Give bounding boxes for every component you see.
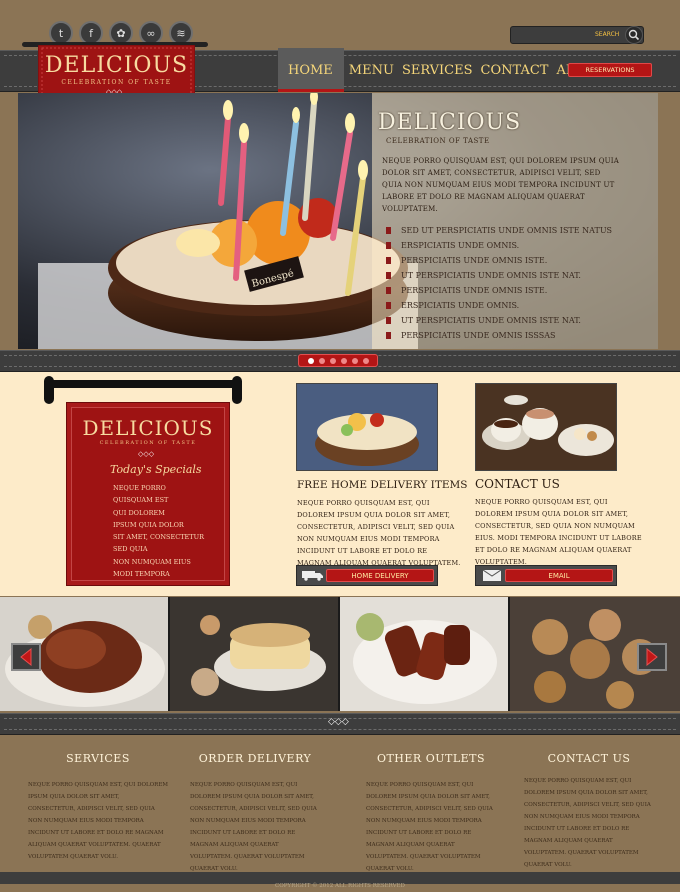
hero-bullet: PERSPICIATIS UNDE OMNIS ISSSAS (386, 328, 646, 343)
hero-bullet: PERSPICIATIS UNDE OMNIS ISTE. (386, 253, 646, 268)
pager-dot[interactable] (318, 357, 325, 364)
hero-bullet-text: PERSPICIATIS UNDE OMNIS ISTE. (401, 256, 548, 265)
hero-bullet-text: SED UT PERSPICIATIS UNDE OMNIS ISTE NATU… (401, 226, 613, 235)
email-label: EMAIL (505, 569, 613, 582)
search-box: SEARCH (510, 26, 644, 44)
home-delivery-button[interactable]: HOME DELIVERY (296, 565, 438, 586)
logo-title: DELICIOUS (44, 53, 189, 78)
delivery-title: FREE HOME DELIVERY ITEMS (297, 479, 468, 491)
footer-col: SERVICES NEQUE PORRO QUISQUAM EST, QUI D… (28, 752, 168, 863)
footer-col-text: NEQUE PORRO QUISQUAM EST, QUI DOLOREM IP… (366, 782, 493, 872)
hero-bullet-text: ERSPICIATIS UNDE OMNIS. (401, 241, 520, 250)
specials-rod-end-left (44, 376, 54, 404)
hero-bullet-text: UT PERSPICIATIS UNDE OMNIS ISTE NAT. (401, 271, 581, 280)
nav-menu[interactable]: MENU (349, 63, 394, 78)
delivery-text: NEQUE PORRO QUISQUAM EST, QUI DOLOREM IP… (297, 499, 461, 567)
chevron-right-icon (646, 648, 658, 666)
gallery-prev-button[interactable] (11, 643, 41, 671)
logo-subtitle: CELEBRATION OF TASTE (61, 79, 172, 86)
hero-subtitle: CELEBRATION OF TASTE (386, 137, 490, 145)
footer-col-text: NEQUE PORRO QUISQUAM EST, QUI DOLOREM IP… (190, 782, 317, 872)
contact-title: CONTACT US (475, 477, 560, 491)
pager-dot[interactable] (329, 357, 336, 364)
footer-col-title: OTHER OUTLETS (376, 752, 486, 765)
footer-col-text: NEQUE PORRO QUISQUAM EST, QUI DOLOREM IP… (28, 782, 168, 860)
pager-dot[interactable] (351, 357, 358, 364)
specials-item: NON NUMQUAM EIUS (113, 557, 191, 566)
main-nav: HOME MENU SERVICES CONTACT ABOUT (288, 63, 606, 78)
specials-item: SED QUIA (113, 545, 148, 554)
specials-list: NEQUE PORRO QUISQUAM EST QUI DOLOREM IPS… (113, 482, 204, 580)
gallery-photo[interactable] (340, 597, 510, 711)
email-button[interactable]: EMAIL (475, 565, 617, 586)
hero-bullet: ERSPICIATIS UNDE OMNIS. (386, 298, 646, 313)
footer-col-text: NEQUE PORRO QUISQUAM EST, QUI DOLOREM IP… (524, 778, 651, 868)
hero-bullets: SED UT PERSPICIATIS UNDE OMNIS ISTE NATU… (386, 223, 646, 343)
nav-contact[interactable]: CONTACT (481, 63, 549, 78)
specials-item: QUI DOLOREM (113, 508, 165, 517)
slider-pager (298, 354, 378, 367)
pager-dot[interactable] (340, 357, 347, 364)
hero-bullet: ERSPICIATIS UNDE OMNIS. (386, 238, 646, 253)
specials-item: MODI TEMPORA (113, 570, 170, 579)
specials-rod-end-right (232, 376, 242, 404)
footer-col: ORDER DELIVERY NEQUE PORRO QUISQUAM EST,… (190, 752, 320, 875)
home-delivery-label: HOME DELIVERY (326, 569, 434, 582)
footer-col: OTHER OUTLETS NEQUE PORRO QUISQUAM EST, … (366, 752, 496, 875)
specials-item: QUISQUAM EST (113, 496, 169, 505)
gallery-next-button[interactable] (637, 643, 667, 671)
contact-text: NEQUE PORRO QUISQUAM EST, QUI DOLOREM IP… (475, 498, 642, 566)
reservations-label: RESERVATIONS (585, 66, 635, 74)
specials-title: DELICIOUS (82, 416, 214, 440)
hero-bullet-text: PERSPICIATIS UNDE OMNIS ISTE. (401, 286, 548, 295)
hero-bullet: UT PERSPICIATIS UNDE OMNIS ISTE NAT. (386, 268, 646, 283)
hero-bullet-text: ERSPICIATIS UNDE OMNIS. (401, 301, 520, 310)
specials-subtitle: CELEBRATION OF TASTE (99, 440, 197, 446)
hero-bullet-text: PERSPICIATIS UNDE OMNIS ISSSAS (401, 331, 556, 340)
chevron-left-icon (20, 648, 32, 666)
contact-photo (475, 383, 617, 471)
hero-bullet-text: UT PERSPICIATIS UNDE OMNIS ISTE NAT. (401, 316, 581, 325)
nav-services[interactable]: SERVICES (402, 63, 473, 78)
delivery-photo (296, 383, 438, 471)
pager-dot[interactable] (362, 357, 369, 364)
specials-rod (48, 380, 240, 388)
hero-bullet: UT PERSPICIATIS UNDE OMNIS ISTE NAT. (386, 313, 646, 328)
truck-icon (300, 570, 326, 582)
footer-col-title: CONTACT US (547, 752, 631, 765)
copyright-bar: COPYRIGHT © 2012 ALL RIGHTS RESERVED (0, 872, 680, 889)
search-icon[interactable] (625, 26, 643, 44)
specials-item: SIT AMET, CONSECTETUR (113, 533, 204, 542)
footer-ornament: ◇◇◇ (328, 717, 349, 727)
pager-dot[interactable] (307, 357, 314, 364)
footer-col-title: ORDER DELIVERY (198, 752, 312, 765)
footer-col: CONTACT US NEQUE PORRO QUISQUAM EST, QUI… (524, 752, 654, 871)
search-label: SEARCH (595, 31, 620, 38)
specials-item: NEQUE PORRO (113, 484, 166, 492)
footer-col-title: SERVICES (66, 752, 130, 765)
hero-title: DELICIOUS (378, 110, 522, 135)
hero-bullet: SED UT PERSPICIATIS UNDE OMNIS ISTE NATU… (386, 223, 646, 238)
envelope-icon (479, 570, 505, 582)
hero-intro: NEQUE PORRO QUISQUAM EST, QUI DOLOREM IP… (382, 157, 619, 213)
nav-home[interactable]: HOME (288, 63, 333, 78)
reservations-button[interactable]: RESERVATIONS (568, 63, 652, 77)
specials-ornament: ◇◇◇ (138, 450, 155, 458)
specials-item: IPSUM QUIA DOLOR (113, 520, 184, 529)
specials-heading: Today's Specials (110, 463, 202, 476)
gallery-photo[interactable] (170, 597, 340, 711)
hero-bullet: PERSPICIATIS UNDE OMNIS ISTE. (386, 283, 646, 298)
gallery-strip (0, 597, 680, 711)
search-input[interactable] (514, 29, 592, 41)
